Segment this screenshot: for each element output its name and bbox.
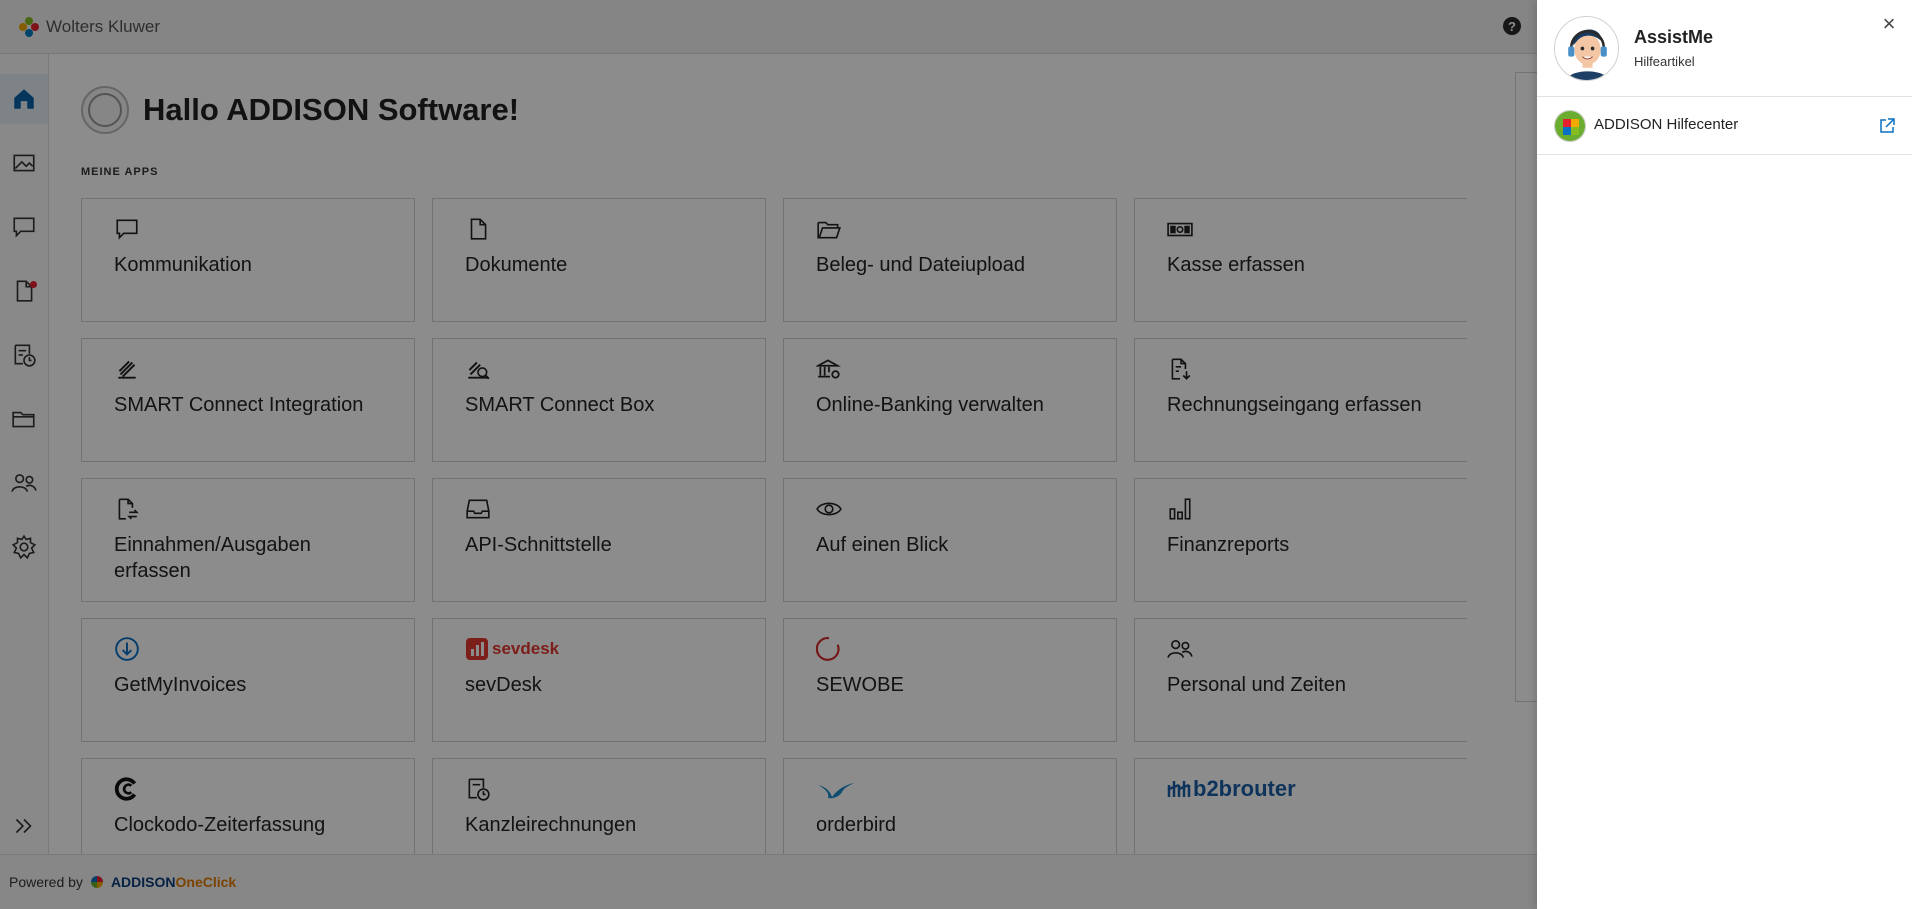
assistme-panel: AssistMe Hilfeartikel × ADDISON Hilfecen… bbox=[1537, 0, 1912, 909]
external-link-icon[interactable] bbox=[1877, 116, 1897, 136]
panel-subtitle: Hilfeartikel bbox=[1634, 54, 1695, 69]
help-link-addison-hilfecenter[interactable]: ADDISON Hilfecenter bbox=[1537, 97, 1912, 155]
addison-logo-icon bbox=[1554, 110, 1586, 142]
help-link-label: ADDISON Hilfecenter bbox=[1594, 116, 1739, 133]
close-icon[interactable]: × bbox=[1877, 11, 1901, 36]
modal-backdrop[interactable] bbox=[0, 0, 1537, 909]
assistme-header: AssistMe Hilfeartikel × bbox=[1537, 0, 1912, 97]
assistant-avatar-icon bbox=[1555, 17, 1618, 80]
panel-title: AssistMe bbox=[1634, 27, 1714, 47]
assistant-avatar bbox=[1554, 16, 1619, 81]
